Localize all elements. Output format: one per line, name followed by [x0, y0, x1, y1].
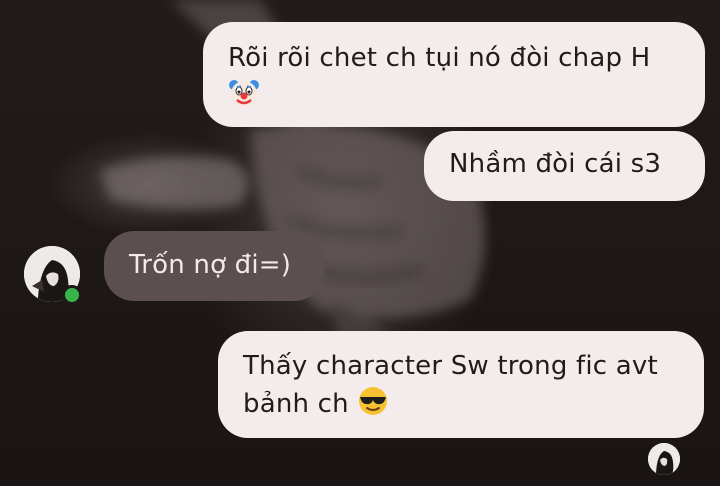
sunglasses-face-emoji-icon — [357, 385, 389, 417]
message-text: bảnh ch — [243, 389, 349, 419]
online-status-indicator — [62, 285, 82, 305]
message-text: Nhầm đòi cái s3 — [449, 149, 662, 179]
message-text: Trốn nợ đi=) — [129, 250, 292, 280]
message-text: Rõi rõi chet ch tụi nó đòi chap H — [228, 43, 651, 73]
message-text: Thấy character Sw trong fic avt — [243, 351, 658, 381]
message-bubble-outgoing[interactable]: Thấy character Sw trong fic avt bảnh ch — [218, 331, 704, 438]
message-bubble-incoming[interactable]: Trốn nợ đi=) — [104, 231, 324, 301]
message-bubble-outgoing[interactable]: Rõi rõi chet ch tụi nó đòi chap H — [203, 22, 705, 127]
read-receipt-avatar — [648, 443, 680, 475]
clown-face-emoji-icon — [228, 77, 260, 109]
message-bubble-outgoing[interactable]: Nhầm đòi cái s3 — [424, 131, 705, 201]
message-text-line: bảnh ch — [243, 385, 684, 423]
